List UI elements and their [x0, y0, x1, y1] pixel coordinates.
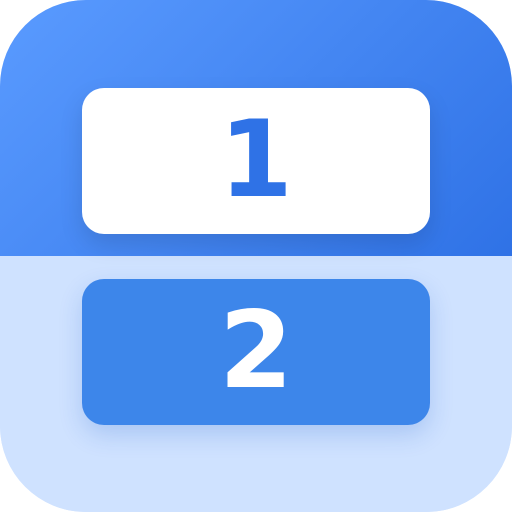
- bottom-number-label: 2: [219, 289, 293, 412]
- top-number-label: 1: [219, 98, 293, 221]
- app-icon: 1 2: [0, 0, 512, 512]
- bottom-number-card: 2: [82, 279, 430, 425]
- top-number-card: 1: [82, 88, 430, 234]
